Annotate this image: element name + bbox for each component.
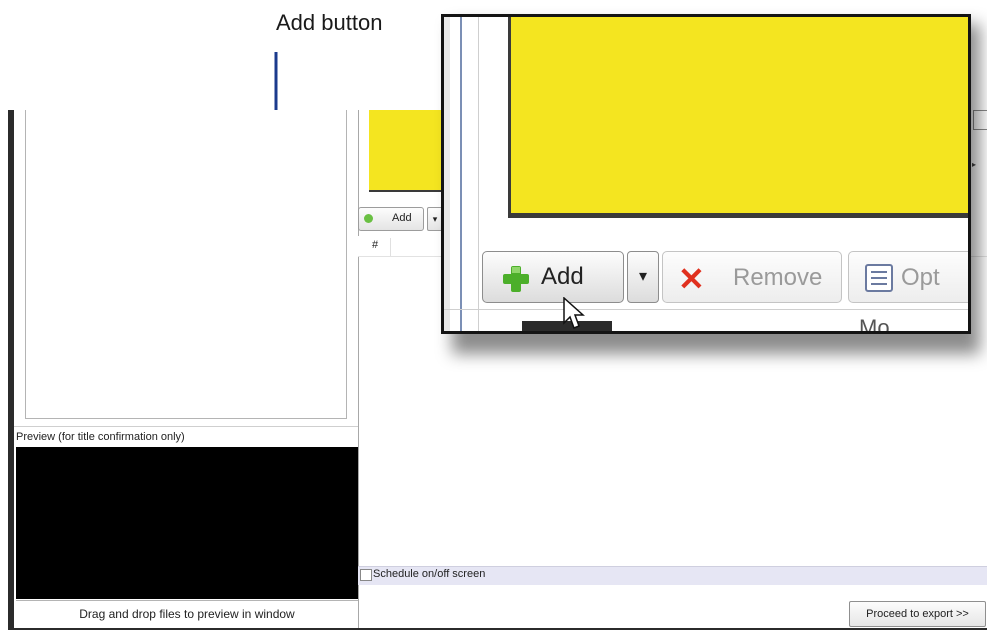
zoom-list-divider — [444, 309, 968, 310]
zoom-remove-label: Remove — [733, 264, 823, 291]
column-header-number[interactable]: # — [372, 239, 378, 251]
add-button-label: Add — [392, 212, 412, 224]
column-divider[interactable] — [390, 238, 391, 256]
title-preview-thumbnail — [369, 110, 451, 192]
drag-drop-hint: Drag and drop files to preview in window — [79, 607, 295, 621]
zoom-left-strip — [444, 17, 450, 331]
schedule-checkbox[interactable] — [360, 569, 372, 581]
preview-window[interactable] — [16, 447, 358, 599]
proceed-to-export-button[interactable]: Proceed to export >> — [849, 601, 986, 627]
preview-label: Preview (for title confirmation only) — [16, 431, 185, 443]
zoom-add-label: Add — [541, 263, 584, 290]
window-frame-bottom — [14, 628, 987, 630]
zoom-title-preview — [508, 17, 968, 218]
left-panel-divider — [14, 426, 358, 427]
mouse-cursor-icon — [563, 297, 585, 329]
plus-icon — [364, 214, 373, 223]
zoom-inset: Add ▾ ✕ Remove Opt Mo — [441, 14, 971, 334]
schedule-label[interactable]: Schedule on/off screen — [373, 568, 485, 580]
zoom-panel-border — [460, 17, 462, 331]
zoom-column-header-partial: Mo — [859, 315, 890, 334]
zoom-add-dropdown-button[interactable]: ▾ — [627, 251, 659, 303]
zoom-options-label: Opt — [901, 264, 940, 291]
title-list-box[interactable] — [25, 110, 347, 419]
options-list-icon — [865, 264, 893, 292]
zoom-panel-divider — [478, 17, 479, 331]
plus-icon — [503, 266, 529, 292]
close-icon: ✕ — [678, 261, 705, 297]
